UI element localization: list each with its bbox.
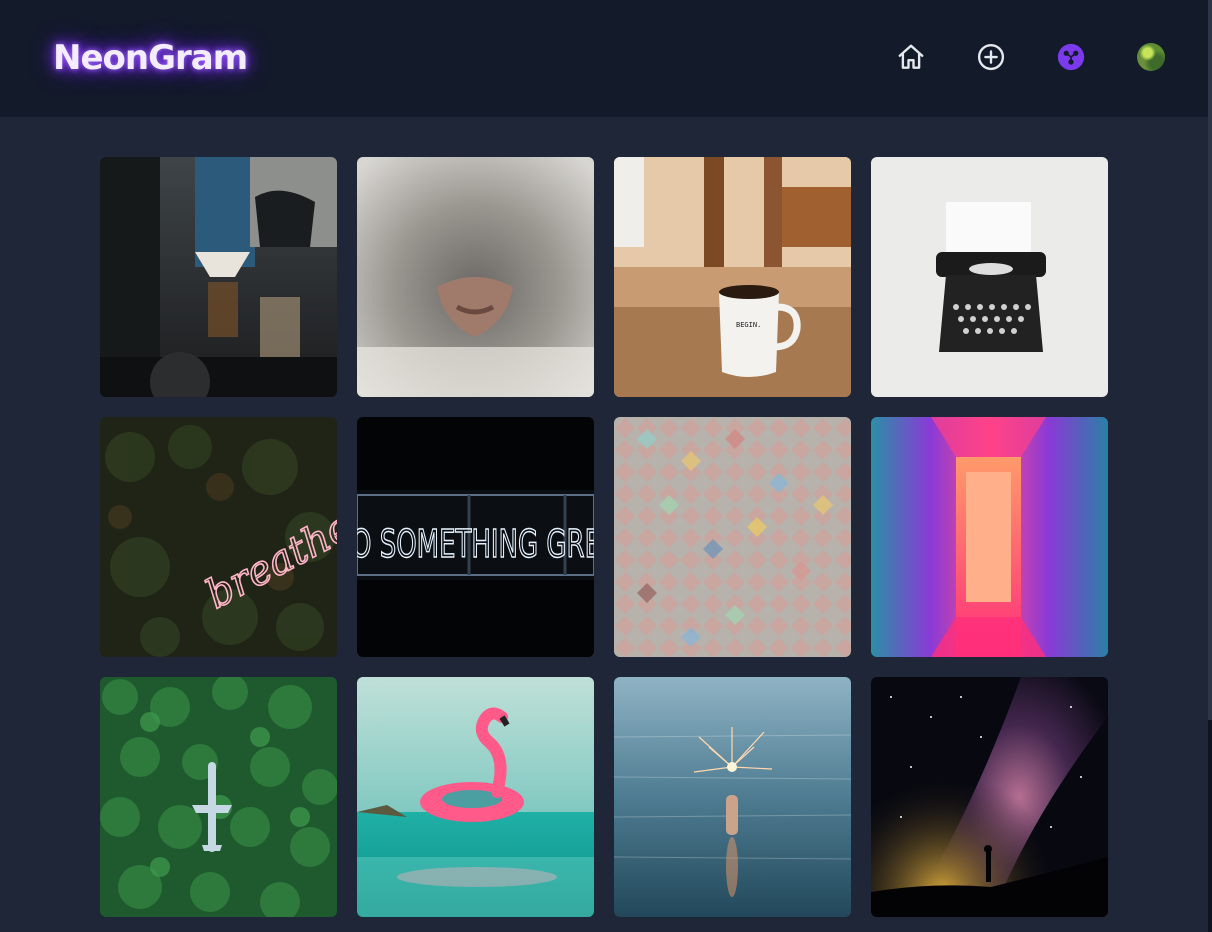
- photo-tile-neon-breathe[interactable]: breathe: [100, 417, 337, 657]
- profile-avatar[interactable]: [1137, 43, 1165, 71]
- neon-sign-photo: O SOMETHING GRE: [357, 417, 594, 657]
- home-icon[interactable]: [895, 41, 927, 73]
- scrollbar-thumb[interactable]: [1208, 0, 1212, 720]
- typewriter-photo: [871, 157, 1108, 397]
- photo-tile-forest-airplane[interactable]: [100, 677, 337, 917]
- top-navigation-bar: NeonGram: [0, 0, 1208, 117]
- explore-icon[interactable]: [1055, 41, 1087, 73]
- photo-tile-neon-sign[interactable]: O SOMETHING GRE: [357, 417, 594, 657]
- scrollbar[interactable]: [1208, 0, 1212, 932]
- flamingo-float-photo: [357, 677, 594, 917]
- colorful-tiles-photo: [614, 417, 851, 657]
- cat-nose-photo: [357, 157, 594, 397]
- photo-grid: BEGIN. breathe O SOMETHING GRE: [100, 157, 1108, 917]
- photo-tile-cat-nose[interactable]: [357, 157, 594, 397]
- forest-airplane-photo: [100, 677, 337, 917]
- milky-way-photo: [871, 677, 1108, 917]
- photo-tile-flamingo-float[interactable]: [357, 677, 594, 917]
- sparkler-sea-photo: [614, 677, 851, 917]
- neon-breathe-photo: breathe: [100, 417, 337, 657]
- add-post-icon[interactable]: [975, 41, 1007, 73]
- neon-sign-text: O SOMETHING GRE: [357, 522, 594, 566]
- coffee-bar-photo: [100, 157, 337, 397]
- photo-tile-milky-way[interactable]: [871, 677, 1108, 917]
- photo-tile-coffee-mug[interactable]: BEGIN.: [614, 157, 851, 397]
- photo-tile-neon-corridor[interactable]: [871, 417, 1108, 657]
- photo-tile-typewriter[interactable]: [871, 157, 1108, 397]
- photo-tile-colorful-tiles[interactable]: [614, 417, 851, 657]
- coffee-mug-photo: BEGIN.: [614, 157, 851, 397]
- photo-tile-coffee-bar[interactable]: [100, 157, 337, 397]
- mug-text: BEGIN.: [736, 321, 761, 329]
- neon-corridor-photo: [871, 417, 1108, 657]
- photo-tile-sparkler-sea[interactable]: [614, 677, 851, 917]
- brand-logo[interactable]: NeonGram: [53, 38, 248, 78]
